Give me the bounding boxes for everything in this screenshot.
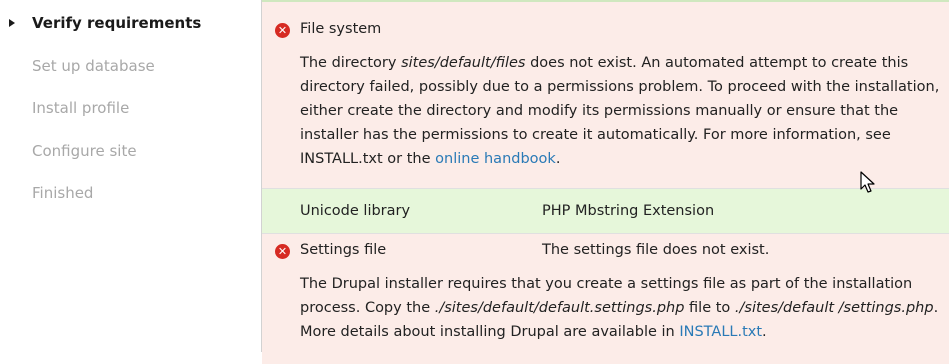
description-text: The directory [300, 55, 402, 71]
settings-path: ./sites/default /settings.php [734, 300, 934, 316]
task-verify-requirements: Verify requirements [32, 14, 202, 32]
task-configure-site: Configure site [32, 142, 137, 160]
requirement-title: Unicode library [300, 203, 411, 219]
task-finished: Finished [32, 184, 94, 202]
default-settings-path: ./sites/default/default.settings.php [434, 300, 685, 316]
current-task-arrow-icon [9, 19, 15, 27]
error-icon: ✕ [275, 244, 290, 259]
requirement-description: The directory sites/default/files does n… [300, 51, 945, 171]
requirement-row-unicode-library: Unicode library PHP Mbstring Extension [262, 189, 949, 234]
description-text: does not exist. An automated attempt to … [300, 55, 940, 167]
install-txt-link[interactable]: INSTALL.txt [679, 324, 762, 340]
row-top-border [262, 0, 949, 2]
online-handbook-link[interactable]: online handbook [435, 151, 556, 167]
requirement-description: The Drupal installer requires that you c… [300, 272, 945, 344]
requirement-title: File system [300, 21, 382, 37]
description-text: file to [684, 300, 735, 316]
directory-path: sites/default/files [401, 55, 526, 71]
requirement-value: The settings file does not exist. [542, 242, 770, 258]
requirement-title: Settings file [300, 242, 387, 258]
mouse-cursor-icon [860, 171, 875, 193]
requirements-table: ✕ File system The directory sites/defaul… [261, 0, 949, 364]
task-install-profile: Install profile [32, 99, 130, 117]
requirement-row-settings-file: ✕ Settings file The settings file does n… [262, 234, 949, 364]
error-icon: ✕ [275, 23, 290, 38]
requirement-row-file-system: ✕ File system The directory sites/defaul… [262, 0, 949, 189]
description-text: . [555, 151, 561, 167]
requirement-value: PHP Mbstring Extension [542, 203, 715, 219]
description-text: . [762, 324, 767, 340]
task-set-up-database: Set up database [32, 57, 155, 75]
